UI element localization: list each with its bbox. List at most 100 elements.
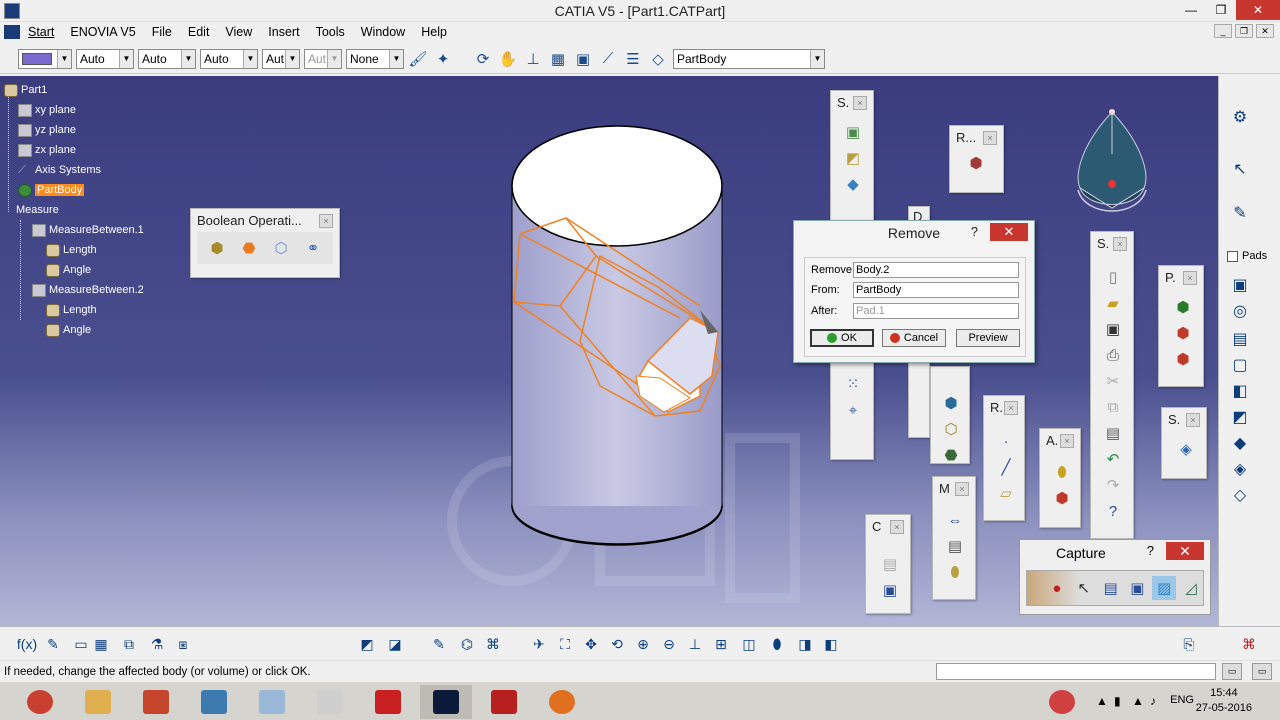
tree-item-partbody[interactable]: PartBody [18, 182, 85, 198]
split-icon[interactable]: ⬣ [939, 443, 963, 467]
graph-icon[interactable]: ⌬ [456, 633, 478, 655]
tray-network-icon[interactable]: ▲ [1132, 694, 1144, 708]
axis-system-icon[interactable]: ⊥ [522, 48, 544, 70]
redo-icon[interactable]: ↷ [1101, 473, 1125, 497]
constraints-toolbar[interactable]: C × ▤ ▣ [865, 514, 911, 614]
pattern-icon[interactable]: ⁙ [841, 372, 865, 396]
iso-view-icon[interactable]: ◫ [738, 633, 760, 655]
material-icon[interactable]: ✦ [432, 48, 454, 70]
doc-minimize-button[interactable]: _ [1214, 24, 1232, 38]
measure-toolbar[interactable]: M × ⇔ ▤ ⬮ [932, 476, 976, 600]
transparency-dropdown[interactable]: Auto ▼ [76, 48, 134, 69]
union-trim-icon[interactable]: ⚭ [301, 236, 325, 260]
measure-between-icon[interactable]: ⇔ [943, 508, 967, 532]
current-body-dropdown[interactable]: PartBody ▼ [673, 48, 825, 69]
point-symbol-dropdown[interactable]: Aut ▼ [262, 48, 300, 69]
new-file-icon[interactable]: ▯ [1101, 265, 1125, 289]
tray-expand-icon[interactable]: ▲ [1096, 694, 1108, 708]
point-icon[interactable]: · [994, 429, 1018, 453]
measure-inertia-icon[interactable]: ⬮ [943, 560, 967, 584]
shell-icon[interactable]: ◧ [1229, 380, 1251, 402]
menu-edit[interactable]: Edit [180, 25, 218, 39]
surface-icon[interactable]: ◈ [1174, 437, 1198, 461]
dialog-help-button[interactable]: ? [971, 224, 978, 239]
select-icon[interactable]: ↖ [1229, 158, 1251, 180]
rotate-icon[interactable]: ⟲ [606, 633, 628, 655]
image-icon[interactable]: ▨ [1152, 576, 1177, 600]
tray-volume-icon[interactable]: ♪ [1150, 694, 1156, 708]
surface-toolbar[interactable]: S. × ◈ [1161, 407, 1207, 479]
copy-icon[interactable]: ⧉ [1101, 395, 1125, 419]
menu-start[interactable]: Start [20, 25, 62, 39]
tree-item-measurebetween-1[interactable]: MeasureBetween.1 [32, 222, 144, 238]
ok-button[interactable]: OK [810, 329, 874, 347]
sketch-view-icon[interactable]: ◩ [356, 633, 378, 655]
taskbar-tray-app[interactable] [1036, 685, 1088, 719]
undo-icon[interactable]: ↶ [1101, 447, 1125, 471]
options-icon[interactable]: ▤ [1099, 576, 1123, 600]
tree-item-axis-systems[interactable]: ⟋ Axis Systems [18, 162, 101, 178]
transformation-toolbar[interactable]: ⬢ ⬡ ⬣ [930, 366, 970, 464]
multi-view-icon[interactable]: ⊞ [710, 633, 732, 655]
palette-close-button[interactable]: × [1004, 400, 1018, 415]
palette-close-button[interactable]: × [1113, 236, 1127, 251]
hand-icon[interactable]: ✋ [497, 48, 519, 70]
fit-all-icon[interactable]: ⛶ [554, 633, 576, 655]
shaft-icon[interactable]: ◆ [841, 172, 865, 196]
minimize-button[interactable]: — [1176, 0, 1206, 20]
sketch-options-icon[interactable]: ◪ [384, 633, 406, 655]
dialog-close-button[interactable]: ✕ [990, 223, 1028, 241]
preview-button[interactable]: Preview [956, 329, 1020, 347]
material-sphere-icon[interactable]: ⬢ [1050, 486, 1074, 510]
menu-help[interactable]: Help [413, 25, 455, 39]
apply-material-toolbar[interactable]: A. × ⬮ ⬢ [1039, 428, 1081, 528]
shading-icon[interactable]: ⬮ [766, 633, 788, 655]
rendering-style-dropdown[interactable]: None ▼ [346, 48, 404, 69]
menu-insert[interactable]: Insert [260, 25, 307, 39]
pad-icon[interactable]: ▣ [841, 120, 865, 144]
tree-root-part1[interactable]: Part1 [4, 82, 47, 98]
taskbar-calculator[interactable] [304, 685, 356, 719]
from-field[interactable]: PartBody [853, 282, 1019, 298]
taskbar-acrobat[interactable] [478, 685, 530, 719]
assemble-icon[interactable]: ⬢ [205, 236, 229, 260]
reactions-icon[interactable]: ⧆ [172, 633, 194, 655]
fly-icon[interactable]: ✈ [528, 633, 550, 655]
reference-toolbar[interactable]: R... × ⬢ [949, 125, 1004, 193]
normal-view-icon[interactable]: ⊥ [684, 633, 706, 655]
list-icon[interactable]: ☰ [622, 48, 644, 70]
mirror-icon[interactable]: ⬡ [939, 417, 963, 441]
tools-palette-icon[interactable]: ⎘ [1178, 633, 1200, 655]
paste-icon[interactable]: ▤ [1101, 421, 1125, 445]
whats-this-icon[interactable]: ? [1101, 499, 1125, 523]
palette-close-button[interactable]: × [319, 213, 333, 228]
pan-icon[interactable]: ✥ [580, 633, 602, 655]
thick-surface-icon[interactable]: ◇ [1229, 484, 1251, 506]
print-icon[interactable]: ⎙ [1101, 343, 1125, 367]
check-icon[interactable]: ⚗ [146, 633, 168, 655]
product-icon-2[interactable]: ⬢ [1171, 321, 1195, 345]
album-icon[interactable]: ▣ [1125, 576, 1149, 600]
palette-close-button[interactable]: × [1186, 412, 1200, 427]
body-icon[interactable]: ◇ [647, 48, 669, 70]
select-mode-icon[interactable]: ↖ [1072, 576, 1096, 600]
record-icon[interactable]: ● [1045, 576, 1069, 600]
close-button[interactable]: ✕ [1236, 0, 1280, 20]
tree-item-yz-plane[interactable]: yz plane [18, 122, 76, 138]
3d-viewport[interactable]: Part1 xy plane yz plane zx plane ⟋ Axis S… [0, 76, 1218, 626]
start-button[interactable] [14, 685, 66, 719]
product-toolbar[interactable]: P. × ⬢ ⬢ ⬢ [1158, 265, 1204, 387]
tray-battery-icon[interactable]: ▮ [1114, 694, 1121, 708]
clock[interactable]: 15:44 27-05-2016 [1196, 686, 1252, 716]
cancel-button[interactable]: Cancel [882, 329, 946, 347]
transform-icon[interactable]: ⬢ [939, 391, 963, 415]
comment-icon[interactable]: ✎ [42, 633, 64, 655]
tree-item-measure[interactable]: Measure [4, 202, 59, 218]
taskbar-notepad[interactable] [246, 685, 298, 719]
tree-item-length-2[interactable]: Length [46, 302, 97, 318]
plane-icon[interactable]: ▱ [994, 481, 1018, 505]
taskbar-photos[interactable] [188, 685, 240, 719]
catalog-icon[interactable]: ▣ [572, 48, 594, 70]
thickness-icon[interactable]: ◩ [1229, 406, 1251, 428]
tree-item-xy-plane[interactable]: xy plane [18, 102, 76, 118]
